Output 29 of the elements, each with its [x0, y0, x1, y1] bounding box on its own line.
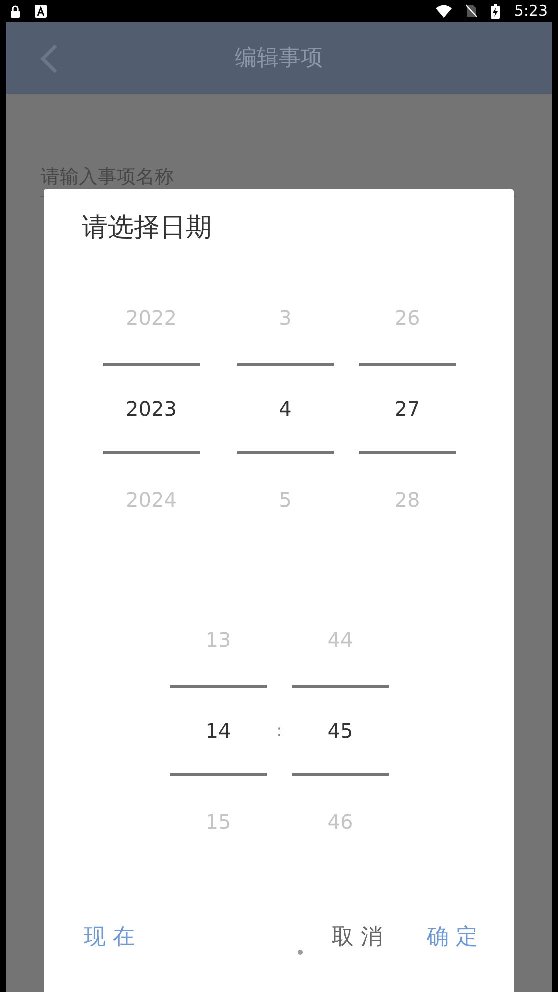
picker-value[interactable]: 2023	[103, 363, 200, 454]
battery-charging-icon	[491, 4, 500, 18]
picker-value[interactable]: 28	[359, 454, 456, 545]
no-sim-icon	[466, 4, 478, 18]
picker-value[interactable]: 27	[359, 363, 456, 454]
picker-value[interactable]: 5	[237, 454, 334, 545]
dialog-button[interactable]: 确 定	[415, 914, 490, 960]
dialog-button[interactable]: 取 消	[320, 914, 395, 960]
wifi-icon	[436, 4, 452, 18]
picker-value[interactable]: 44	[292, 594, 389, 685]
picker-value[interactable]: 26	[359, 272, 456, 363]
page-title: 编辑事项	[235, 45, 323, 73]
dialog-title: 请选择日期	[81, 212, 213, 245]
font-icon	[35, 4, 47, 18]
status-time: 5:23	[514, 2, 548, 20]
picker-value[interactable]: 46	[292, 776, 389, 867]
picker-value[interactable]: 3	[237, 272, 334, 363]
picker-value[interactable]: 45	[292, 685, 389, 776]
back-icon[interactable]	[40, 44, 58, 74]
picker-value[interactable]: 13	[170, 594, 267, 685]
indicator-dot	[298, 950, 303, 955]
picker-value[interactable]: 14	[170, 685, 267, 776]
picker-value[interactable]: 15	[170, 776, 267, 867]
lock-icon	[10, 4, 21, 18]
time-separator: :	[276, 720, 284, 742]
picker-value[interactable]: 4	[237, 363, 334, 454]
dialog-button[interactable]: 现 在	[72, 914, 147, 960]
picker-value[interactable]: 2024	[103, 454, 200, 545]
picker-value[interactable]: 2022	[103, 272, 200, 363]
